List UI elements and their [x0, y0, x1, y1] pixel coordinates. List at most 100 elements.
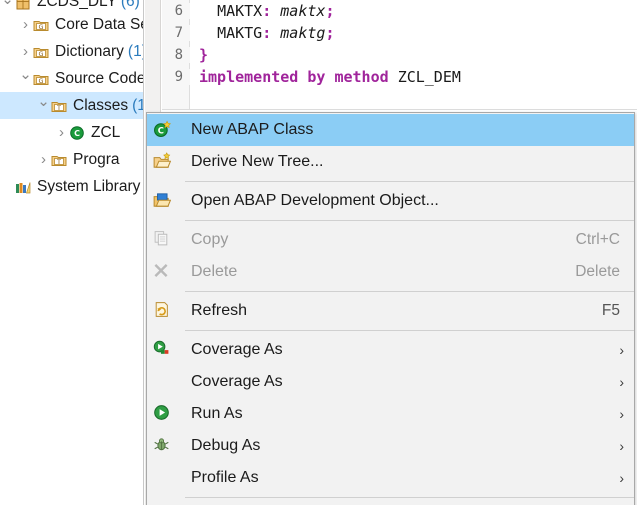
svg-text:C: C — [74, 129, 80, 138]
menu-separator — [185, 220, 634, 221]
menu-item-label: Profile As — [191, 469, 259, 486]
menu-item-derive-new-tree[interactable]: Derive New Tree... — [147, 146, 634, 178]
menu-item-label: Coverage As — [191, 341, 283, 358]
open-folder-icon — [153, 191, 181, 211]
class-icon: C — [69, 125, 87, 141]
menu-item-label: Derive New Tree... — [191, 153, 324, 170]
chevron-right-icon[interactable]: › — [54, 125, 69, 140]
code-token-kw: implemented by method — [199, 68, 398, 86]
menu-item-run-as[interactable]: Run As › — [147, 398, 634, 430]
tree-item-label: Dictionary — [55, 42, 124, 60]
library-icon — [15, 179, 33, 195]
svg-text:G: G — [38, 22, 43, 30]
menu-item-copy: Copy Ctrl+C — [147, 224, 634, 256]
folder-g-icon: G — [33, 17, 51, 33]
tree-item-count: (1) — [127, 42, 143, 60]
menu-item-label: Copy — [191, 231, 229, 248]
code-token-punc: : — [262, 2, 272, 20]
code-line[interactable]: 8} — [162, 44, 637, 66]
folder-t-icon: T — [51, 152, 69, 168]
code-line-text: MAKTX: maktx; — [190, 2, 334, 20]
submenu-chevron-icon: › — [619, 406, 624, 422]
svg-text:T: T — [56, 103, 61, 111]
tree-item-zcl[interactable]: › C ZCL — [0, 119, 143, 146]
copy-icon — [153, 230, 181, 250]
chevron-down-icon[interactable]: ⌄ — [18, 67, 33, 82]
menu-item-label: Run As — [191, 405, 243, 422]
menu-item-delete: Delete Delete — [147, 256, 634, 288]
menu-item-debug-as[interactable]: Debug As › — [147, 430, 634, 462]
tree-item-zcds-dly[interactable]: ⌄ ZCDS_DLY(6) — [0, 0, 143, 11]
code-line[interactable]: 9 implemented by method ZCL_DEM — [162, 66, 637, 88]
tree-item-source-code-library[interactable]: ⌄GSource Code Library(3) — [0, 65, 143, 92]
code-token-punc: } — [199, 46, 209, 64]
project-explorer-tree[interactable]: ⌄ZCDS_DLY(6)›GCore Data Services(2)›GDic… — [0, 0, 144, 505]
menu-item-refresh[interactable]: Refresh F5 — [147, 295, 634, 327]
menu-separator — [185, 181, 634, 182]
tree-item-count: (6) — [120, 0, 140, 10]
code-line[interactable]: 6 MAKTX: maktx; — [162, 0, 637, 22]
svg-text:G: G — [38, 49, 43, 57]
tree-item-dictionary[interactable]: › G Dictionary(1) — [0, 38, 143, 65]
code-token-ital: maktg — [280, 24, 326, 42]
code-editor[interactable]: 6 MAKTX: maktx; 7 MAKTG: maktg; 8} 9 impleme… — [162, 0, 637, 88]
tree-item-progra[interactable]: › T Progra — [0, 146, 143, 173]
coverage-icon — [153, 340, 181, 360]
code-token-plain: ZCL_DEM — [397, 68, 461, 86]
editor-rule — [162, 109, 637, 110]
svg-text:C: C — [158, 125, 164, 135]
line-number: 9 — [162, 69, 190, 85]
menu-item-shortcut: Ctrl+C — [575, 231, 620, 248]
menu-item-coverage-as[interactable]: Coverage As › — [147, 366, 634, 398]
submenu-chevron-icon: › — [619, 342, 624, 358]
menu-item-new-abap-class[interactable]: C New ABAP Class — [147, 114, 634, 146]
folder-g-icon: G — [33, 44, 51, 60]
package-icon — [15, 0, 33, 11]
chevron-right-icon[interactable]: › — [18, 44, 33, 59]
code-line[interactable]: 7 MAKTG: maktg; — [162, 22, 637, 44]
code-token-field: MAKTX — [217, 2, 263, 20]
line-number: 6 — [162, 3, 190, 19]
derive-new-tree-icon — [153, 152, 181, 172]
context-menu[interactable]: C New ABAP Class Derive New Tree... Open AB… — [146, 112, 635, 505]
menu-item-expand-folder-by[interactable]: Expand Folder by... — [147, 501, 634, 505]
tree-item-core-data-services[interactable]: ›GCore Data Services(2) — [0, 11, 143, 38]
tree-item-classes[interactable]: ⌄ T Classes(1) — [0, 92, 143, 119]
chevron-right-icon[interactable]: › — [36, 152, 51, 167]
tree-item-label: Progra — [73, 150, 120, 168]
menu-item-shortcut: F5 — [601, 302, 620, 319]
tree-item-label: ZCDS_DLY — [37, 0, 117, 10]
none — [153, 372, 181, 392]
tree-item-system-library[interactable]: System Library — [0, 173, 143, 200]
debug-bug-icon — [153, 436, 181, 456]
menu-item-coverage-as[interactable]: Coverage As › — [147, 334, 634, 366]
svg-text:G: G — [38, 76, 43, 84]
menu-item-label: Delete — [191, 263, 238, 280]
svg-text:T: T — [56, 157, 61, 165]
chevron-right-icon[interactable]: › — [18, 17, 33, 32]
tree-item-label: Source Code Library — [55, 69, 144, 87]
menu-item-open-abap-development-object[interactable]: Open ABAP Development Object... — [147, 185, 634, 217]
tree-item-count: (1) — [132, 96, 143, 114]
new-abap-class-icon: C — [153, 120, 181, 140]
tree-item-label: ZCL — [91, 123, 121, 141]
code-token-punc: : — [262, 24, 272, 42]
refresh-icon — [153, 301, 181, 321]
menu-item-profile-as[interactable]: Profile As › — [147, 462, 634, 494]
submenu-chevron-icon: › — [619, 374, 624, 390]
menu-separator — [185, 291, 634, 292]
tree-item-label: Core Data Services — [55, 15, 143, 33]
tree-item-label: Classes — [73, 96, 129, 114]
code-line-text: implemented by method ZCL_DEM — [190, 68, 461, 86]
chevron-down-icon[interactable]: ⌄ — [0, 0, 15, 7]
code-line-text: MAKTG: maktg; — [190, 24, 334, 42]
menu-item-label: Coverage As — [191, 373, 283, 390]
code-token-field: MAKTG — [217, 24, 263, 42]
none — [153, 468, 181, 488]
menu-item-label: Debug As — [191, 437, 261, 454]
chevron-down-icon[interactable]: ⌄ — [36, 94, 51, 109]
code-line-text: } — [190, 46, 208, 64]
